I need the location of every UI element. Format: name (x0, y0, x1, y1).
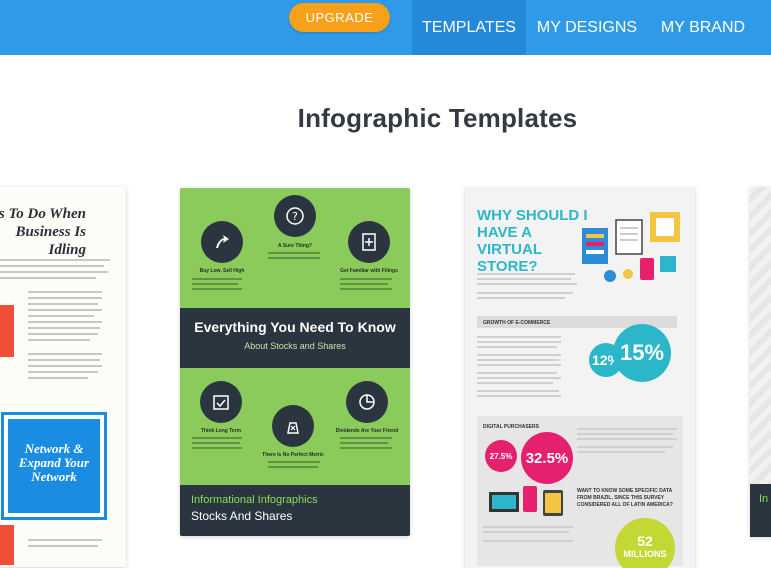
weight-icon (272, 405, 314, 447)
network-box-text: Network & Expand Your Network (18, 441, 90, 484)
nav-tab-my-brand[interactable]: MY BRAND (647, 0, 759, 55)
headline-band (180, 308, 410, 368)
decorative-block (0, 305, 14, 357)
card-title: s To Do When Business Is Idling (0, 206, 86, 258)
question-text: WANT TO KNOW SOME SPECIFIC DATA FROM BRA… (577, 488, 673, 508)
question-icon: ? (274, 195, 316, 237)
template-card-stocks-and-shares[interactable]: ? Buy Low, Sell High A Sure Thing? Get F… (180, 188, 410, 536)
top-navigation-bar: UPGRADE TEMPLATES MY DESIGNS MY BRAND (0, 0, 771, 55)
template-card-idling-business[interactable]: s To Do When Business Is Idling Network … (0, 187, 126, 567)
calendar-check-icon (200, 381, 242, 423)
stat-circle: 15% (613, 324, 671, 382)
arrow-up-icon (201, 221, 243, 263)
stat-circle: 32.5% (521, 432, 573, 484)
nav-tab-templates[interactable]: TEMPLATES (412, 0, 526, 55)
template-card-partial[interactable]: In (750, 187, 771, 537)
card-name: Stocks And Shares (191, 509, 293, 523)
card-headline: Everything You Need To Know (194, 319, 396, 335)
template-card-virtual-store[interactable]: WHY SHOULD I HAVE A VIRTUAL STORE? GROWT… (465, 188, 695, 568)
nav-tab-my-designs[interactable]: MY DESIGNS (527, 0, 647, 55)
upgrade-button[interactable]: UPGRADE (289, 3, 390, 32)
office-illustration (582, 212, 680, 282)
card-subline: About Stocks and Shares (244, 341, 346, 351)
document-icon (348, 221, 390, 263)
devices-illustration (489, 486, 563, 516)
card-category: In (759, 493, 769, 505)
stat-circle: 27.5% (485, 440, 517, 472)
card-category: Informational Infographics (191, 494, 318, 506)
card-title: WHY SHOULD I HAVE A VIRTUAL STORE? (477, 207, 588, 275)
svg-text:?: ? (292, 210, 298, 223)
card-footer (750, 484, 771, 537)
page-title: Infographic Templates (297, 103, 578, 133)
pie-chart-icon (346, 381, 388, 423)
